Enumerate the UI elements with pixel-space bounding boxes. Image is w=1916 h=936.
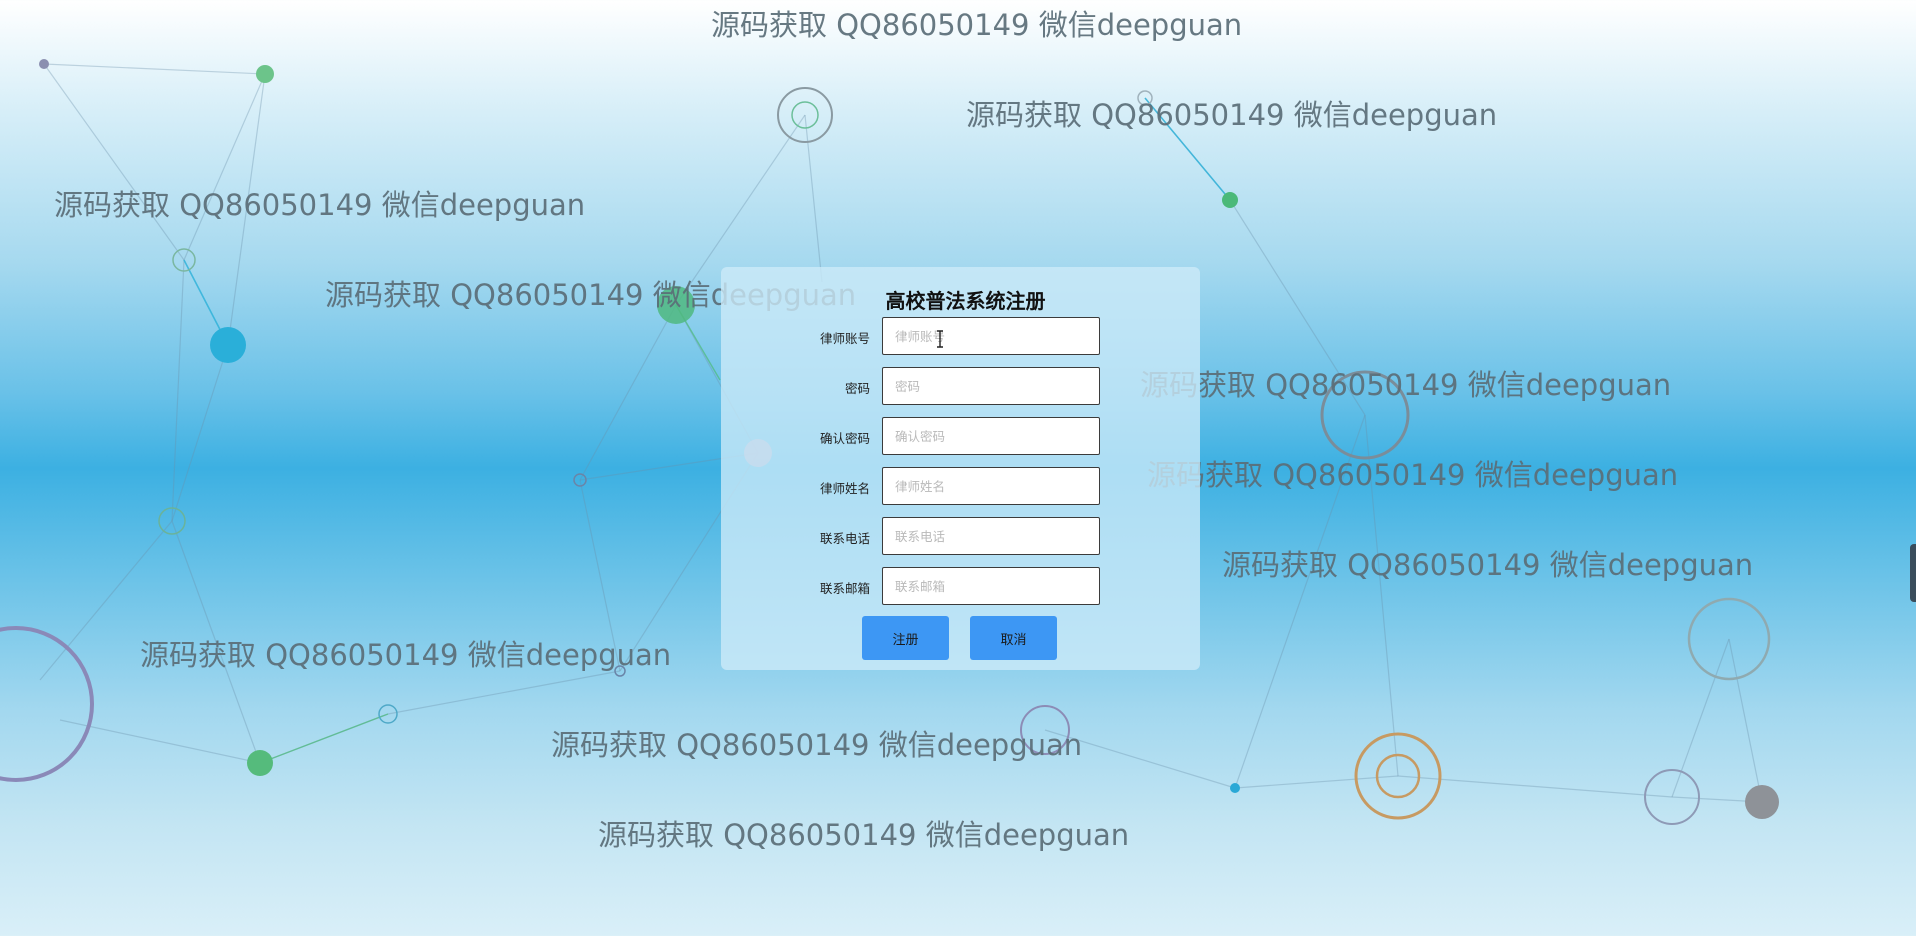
form-row-name: 律师姓名 — [721, 467, 1200, 507]
phone-label: 联系电话 — [819, 531, 870, 546]
watermark-text: 源码获取 QQ86050149 微信deepguan — [966, 98, 1498, 132]
watermark-text: 源码获取 QQ86050149 微信deepguan — [1147, 458, 1679, 492]
watermark-text: 源码获取 QQ86050149 微信deepguan — [140, 638, 672, 672]
i-beam-cursor-icon — [937, 330, 943, 348]
phone-input[interactable] — [882, 517, 1100, 555]
confirm-password-label: 确认密码 — [819, 431, 870, 446]
form-row-phone: 联系电话 — [721, 517, 1200, 557]
watermark-text: 源码获取 QQ86050149 微信deepguan — [711, 8, 1243, 42]
form-row-password: 密码 — [721, 367, 1200, 407]
register-panel: 高校普法系统注册 律师账号 密码 确认密码 律师姓名 联系电话 联系邮箱 注册 … — [721, 267, 1200, 670]
form-row-confirm-password: 确认密码 — [721, 417, 1200, 457]
register-button[interactable]: 注册 — [862, 616, 949, 660]
account-label: 律师账号 — [819, 331, 870, 346]
name-input[interactable] — [882, 467, 1100, 505]
name-label: 律师姓名 — [819, 481, 870, 496]
watermark-text: 源码获取 QQ86050149 微信deepguan — [551, 728, 1083, 762]
side-scroll-handle[interactable] — [1910, 544, 1916, 602]
cancel-button[interactable]: 取消 — [970, 616, 1057, 660]
confirm-password-input[interactable] — [882, 417, 1100, 455]
email-input[interactable] — [882, 567, 1100, 605]
password-input[interactable] — [882, 367, 1100, 405]
watermark-text: 源码获取 QQ86050149 微信deepguan — [1222, 548, 1754, 582]
email-label: 联系邮箱 — [819, 581, 870, 596]
page-title: 高校普法系统注册 — [885, 289, 1046, 313]
form-row-email: 联系邮箱 — [721, 567, 1200, 607]
form-row-account: 律师账号 — [721, 317, 1200, 357]
account-input[interactable] — [882, 317, 1100, 355]
password-label: 密码 — [844, 381, 870, 396]
watermark-text: 源码获取 QQ86050149 微信deepguan — [1140, 368, 1672, 402]
watermark-text: 源码获取 QQ86050149 微信deepguan — [54, 188, 586, 222]
watermark-text: 源码获取 QQ86050149 微信deepguan — [598, 818, 1130, 852]
